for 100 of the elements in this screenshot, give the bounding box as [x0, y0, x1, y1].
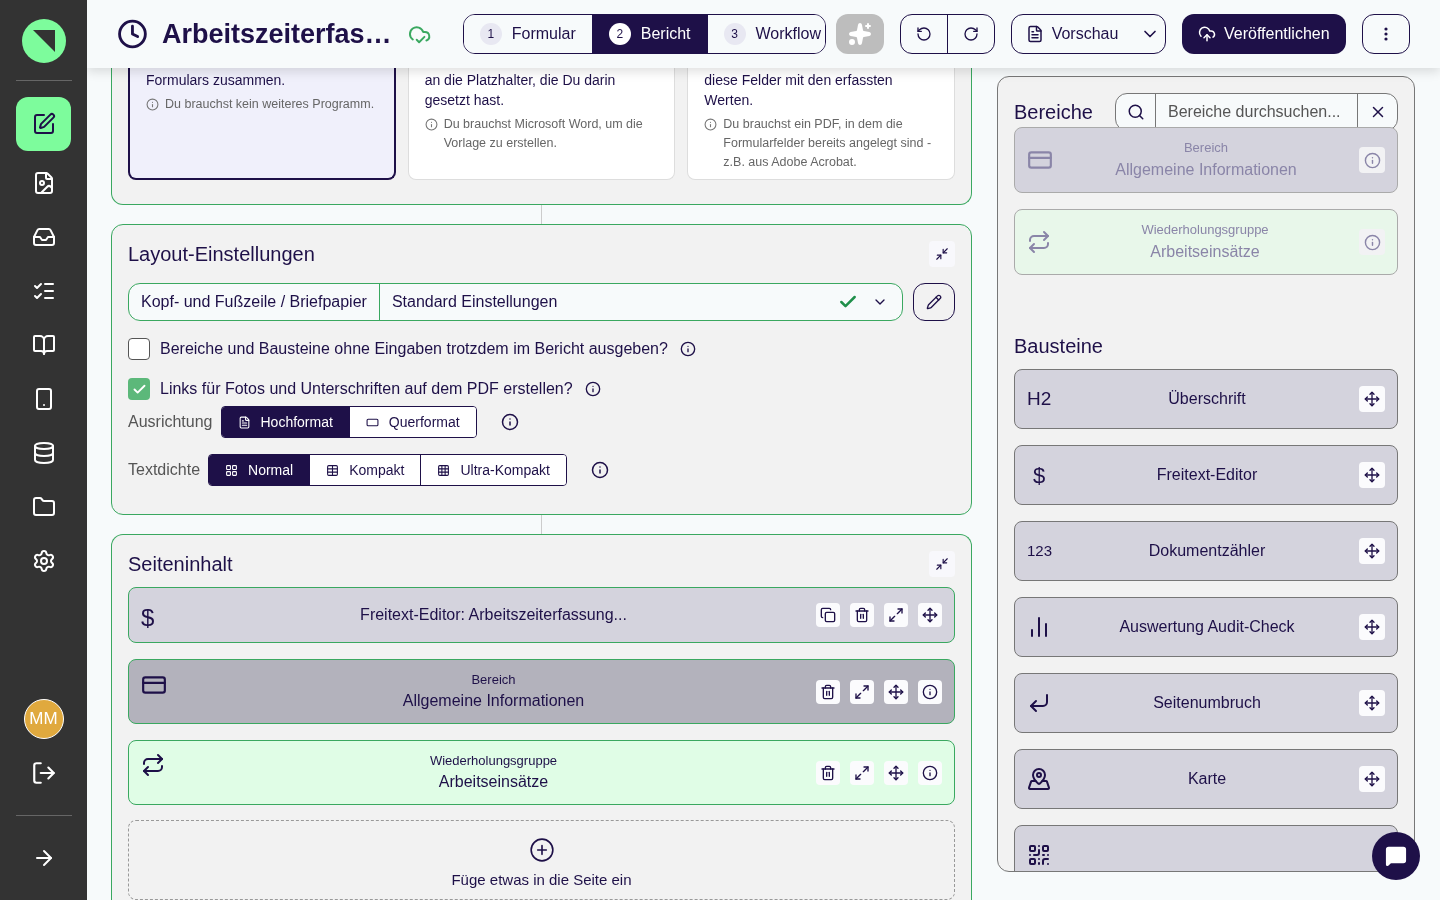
step-number: 3 [723, 23, 746, 45]
expand-icon [854, 764, 870, 781]
database-icon [31, 441, 56, 465]
info-icon[interactable] [679, 341, 696, 357]
card-text: diese Felder mit den erfassten Werten. [704, 71, 894, 110]
move-icon [1364, 543, 1380, 559]
publish-button[interactable]: Veröffentlichen [1182, 14, 1346, 54]
collapse-button[interactable] [929, 241, 955, 267]
step-tab[interactable]: 2 Bericht [591, 15, 707, 53]
add-icon [528, 837, 555, 863]
delete-button[interactable] [816, 760, 840, 785]
content-block[interactable]: $ Freitext-Editor: Arbeitszeiterfassung... [128, 587, 955, 643]
template-select[interactable]: Kopf- und Fußzeile / Briefpapier Standard Einstellungen [128, 283, 903, 321]
info-icon [922, 683, 938, 700]
expand-button[interactable] [850, 679, 874, 704]
sparkles-icon [847, 22, 872, 46]
segment-option[interactable]: Querformat [348, 407, 476, 437]
trash-icon [854, 607, 870, 623]
step-tab[interactable]: 3 Workflow [706, 15, 825, 53]
block-type: Wiederholungsgruppe [429, 751, 558, 770]
info-icon[interactable] [500, 413, 519, 431]
block-title: Allgemeine Informationen [402, 691, 585, 712]
trash-icon [820, 764, 836, 781]
delete-button[interactable] [816, 679, 840, 704]
pdf-file-icon [1025, 25, 1044, 43]
panel-title: Bausteine [1014, 334, 1104, 359]
info-button[interactable] [918, 679, 942, 704]
drag-handle[interactable] [1359, 766, 1385, 792]
block-label: Dokumentzähler [1147, 541, 1267, 561]
building-block-item[interactable]: Karte [1014, 749, 1398, 809]
drag-handle[interactable] [884, 760, 908, 785]
edit-button[interactable] [913, 283, 955, 321]
heading-glyph: H2 [1027, 386, 1052, 411]
add-content-label: Füge etwas in die Seite ein [451, 870, 632, 890]
more-button[interactable] [1361, 14, 1410, 54]
section-title: Layout-Einstellungen [128, 242, 315, 267]
area-title: Arbeitseinsätze [1150, 241, 1260, 262]
chat-button[interactable] [1372, 832, 1420, 880]
copy-button[interactable] [816, 603, 840, 627]
building-block-item[interactable]: Seitenumbruch [1014, 673, 1398, 733]
drag-handle[interactable] [1359, 462, 1385, 488]
grid-icon [225, 463, 239, 477]
logo-icon [20, 18, 67, 64]
drag-handle[interactable] [918, 603, 942, 627]
pencil-icon [926, 294, 942, 310]
folder-icon [31, 495, 56, 519]
expand-button[interactable] [850, 760, 874, 785]
number-glyph: 123 [1027, 540, 1053, 561]
drag-handle[interactable] [1359, 386, 1385, 412]
search-icon [1126, 103, 1145, 121]
repeat-icon [1027, 230, 1051, 254]
drag-handle[interactable] [1359, 614, 1385, 640]
card-hint: Du brauchst Microsoft Word, um die Vorlage zu erstellen. [443, 116, 644, 152]
undo-icon [916, 26, 933, 42]
move-icon [1364, 619, 1380, 635]
sidebar-item[interactable] [16, 97, 71, 151]
info-button[interactable] [918, 760, 942, 785]
dollar-glyph: $ [141, 603, 156, 633]
info-icon[interactable] [584, 381, 601, 397]
building-block-item[interactable]: 123 Dokumentzähler [1014, 521, 1398, 581]
more-icon [1383, 27, 1388, 41]
checkbox[interactable] [128, 378, 150, 400]
segment-option[interactable]: Hochformat [221, 407, 349, 437]
move-icon [1364, 467, 1380, 483]
segment-option[interactable]: Ultra-Kompakt [420, 455, 566, 485]
card-hint: Du brauchst ein PDF, in dem die Formularfelder bereits angelegt sind - z.B. aus Adobe Acrobat. [723, 116, 933, 171]
building-block-item[interactable]: H2 Überschrift [1014, 369, 1398, 429]
step-number: 1 [479, 23, 502, 45]
delete-button[interactable] [850, 603, 874, 627]
collapse-button[interactable] [929, 551, 955, 577]
option-card[interactable]: Formulars zusammen. Du brauchst kein weiteres Programm. [128, 68, 396, 180]
content-block[interactable]: Wiederholungsgruppe Arbeitseinsätze [128, 740, 955, 805]
building-block-item[interactable]: Auswertung Audit-Check [1014, 597, 1398, 657]
info-icon[interactable] [590, 461, 609, 479]
table-icon [326, 463, 340, 477]
redo-icon [962, 26, 979, 42]
option-card[interactable]: an die Platzhalter, die Du darin gesetzt hast. Du brauchst Microsoft Word, um die Vorlage zu erstellen. [407, 68, 676, 180]
portrait-page-icon [237, 415, 251, 429]
dollar-glyph: $ [1032, 461, 1046, 490]
info-icon [704, 118, 718, 131]
expand-button[interactable] [884, 603, 908, 627]
segment-option[interactable]: Kompakt [309, 455, 421, 485]
option-card[interactable]: diese Felder mit den erfassten Werten. Du brauchst ein PDF, in dem die Formularfelder bereits angelegt sind - z.B. aus Adobe Acrobat. [687, 68, 955, 180]
info-icon [146, 98, 159, 111]
drag-handle[interactable] [1359, 690, 1385, 716]
checkbox[interactable] [128, 338, 150, 360]
drag-handle[interactable] [1359, 538, 1385, 564]
drag-handle[interactable] [884, 679, 908, 704]
checkbox-label: Links für Fotos und Unterschriften auf dem PDF erstellen? [160, 379, 573, 399]
segment-option[interactable]: Normal [209, 455, 310, 485]
add-content-area[interactable]: Füge etwas in die Seite ein [128, 820, 955, 900]
block-label: Seitenumbruch [1152, 693, 1262, 713]
content-block[interactable]: Bereich Allgemeine Informationen [128, 659, 955, 724]
building-block-item[interactable] [1014, 825, 1398, 871]
building-block-item[interactable]: $ Freitext-Editor [1014, 445, 1398, 505]
page-title: Arbeitszeiterfas… [161, 17, 392, 51]
logout-icon [30, 760, 57, 786]
info-icon [424, 118, 438, 131]
expand-icon [888, 607, 904, 623]
chat-icon [1385, 845, 1407, 867]
